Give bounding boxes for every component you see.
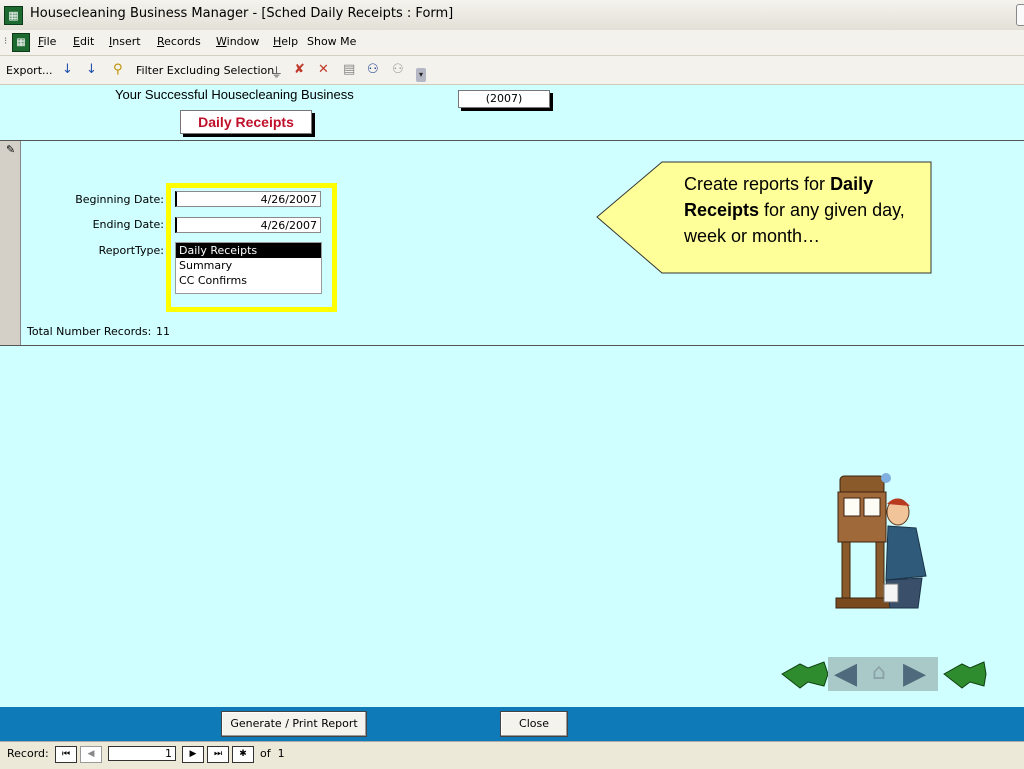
sort-ascending-icon[interactable]: ↓ <box>62 62 73 77</box>
record-label: Record: <box>7 747 49 760</box>
toolbar-grip-icon[interactable]: ⁝ <box>4 36 7 47</box>
menu-window[interactable]: Window <box>216 35 259 48</box>
sort-descending-icon[interactable]: ↓ <box>86 62 97 77</box>
menu-help[interactable]: Help <box>273 35 298 48</box>
report-type-option[interactable]: Summary <box>176 258 321 273</box>
window-title: Housecleaning Business Manager - [Sched … <box>30 6 454 21</box>
callout-text: Create reports for Daily Receipts for an… <box>684 171 928 249</box>
delete-record-icon[interactable]: ✕ <box>318 62 329 77</box>
record-selector[interactable]: ✎ <box>0 141 21 345</box>
next-record-icon[interactable]: ▶ <box>182 746 204 763</box>
window-control-edge[interactable] <box>1016 4 1024 26</box>
access-form-icon: ▦ <box>4 6 23 25</box>
properties-icon[interactable]: ▤ <box>343 62 355 77</box>
previous-slide-icon[interactable]: ◀ <box>834 656 857 691</box>
close-button[interactable]: Close <box>500 711 568 737</box>
ending-date-label: Ending Date: <box>92 218 164 231</box>
housecleaner-clipart <box>835 473 927 609</box>
remove-filter-icon[interactable]: ✘ <box>294 62 305 77</box>
filter-excluding-selection-button[interactable]: Filter Excluding Selection <box>136 64 274 77</box>
form-icon[interactable]: ▦ <box>12 33 30 52</box>
beginning-date-label: Beginning Date: <box>75 193 164 206</box>
business-subtitle: Your Successful Housecleaning Business <box>115 87 354 102</box>
report-type-option[interactable]: CC Confirms <box>176 273 321 288</box>
toolbar: Export... ↓ ↓ ⚲ Filter Excluding Selecti… <box>0 56 1024 85</box>
report-type-listbox[interactable]: Daily Receipts Summary CC Confirms <box>175 242 322 294</box>
ending-date-field[interactable]: 4/26/2007 <box>175 217 321 233</box>
home-icon[interactable]: ⌂ <box>872 660 886 685</box>
report-type-option[interactable]: Daily Receipts <box>176 243 321 258</box>
callout-text-before: Create reports for <box>684 174 831 194</box>
menu-edit[interactable]: Edit <box>73 35 94 48</box>
year-label: (2007) <box>458 90 550 108</box>
title-bar: ▦ Housecleaning Business Manager - [Sche… <box>0 0 1024 31</box>
report-type-label: ReportType: <box>98 244 164 257</box>
total-records-label: Total Number Records: <box>27 325 152 338</box>
replace-icon[interactable]: ⚇ <box>392 62 404 77</box>
filter-by-selection-icon[interactable]: ⚲ <box>113 62 123 77</box>
edit-pencil-icon: ✎ <box>6 143 16 156</box>
menu-file[interactable]: File <box>38 35 56 48</box>
last-record-icon[interactable]: ⏭ <box>207 746 229 763</box>
toolbar-options-icon[interactable]: ▾ <box>416 68 426 82</box>
record-navigation-bar: Record: ⏮ ◀ 1 ▶ ⏭ ✱ of 1 <box>0 741 1024 769</box>
record-count: of 1 <box>260 747 285 760</box>
first-record-icon[interactable]: ⏮ <box>55 746 77 763</box>
previous-record-icon[interactable]: ◀ <box>80 746 102 763</box>
form-title: Daily Receipts <box>180 110 312 134</box>
menu-show-me[interactable]: Show Me <box>307 35 356 48</box>
menu-insert[interactable]: Insert <box>109 35 141 48</box>
total-records-value: 11 <box>156 325 170 338</box>
apply-filter-icon[interactable]: ⏚ <box>270 62 283 81</box>
new-record-icon[interactable]: ✱ <box>232 746 254 763</box>
next-slide-icon[interactable]: ▶ <box>903 656 926 691</box>
current-record-field[interactable]: 1 <box>108 746 176 761</box>
export-button[interactable]: Export... <box>6 64 53 77</box>
find-icon[interactable]: ⚇ <box>367 62 379 77</box>
form-header: Your Successful Housecleaning Business (… <box>0 85 1024 141</box>
menu-records[interactable]: Records <box>157 35 201 48</box>
beginning-date-field[interactable]: 4/26/2007 <box>175 191 321 207</box>
menu-bar: ⁝ ▦ File Edit Insert Records Window Help… <box>0 30 1024 56</box>
generate-print-report-button[interactable]: Generate / Print Report <box>221 711 367 737</box>
